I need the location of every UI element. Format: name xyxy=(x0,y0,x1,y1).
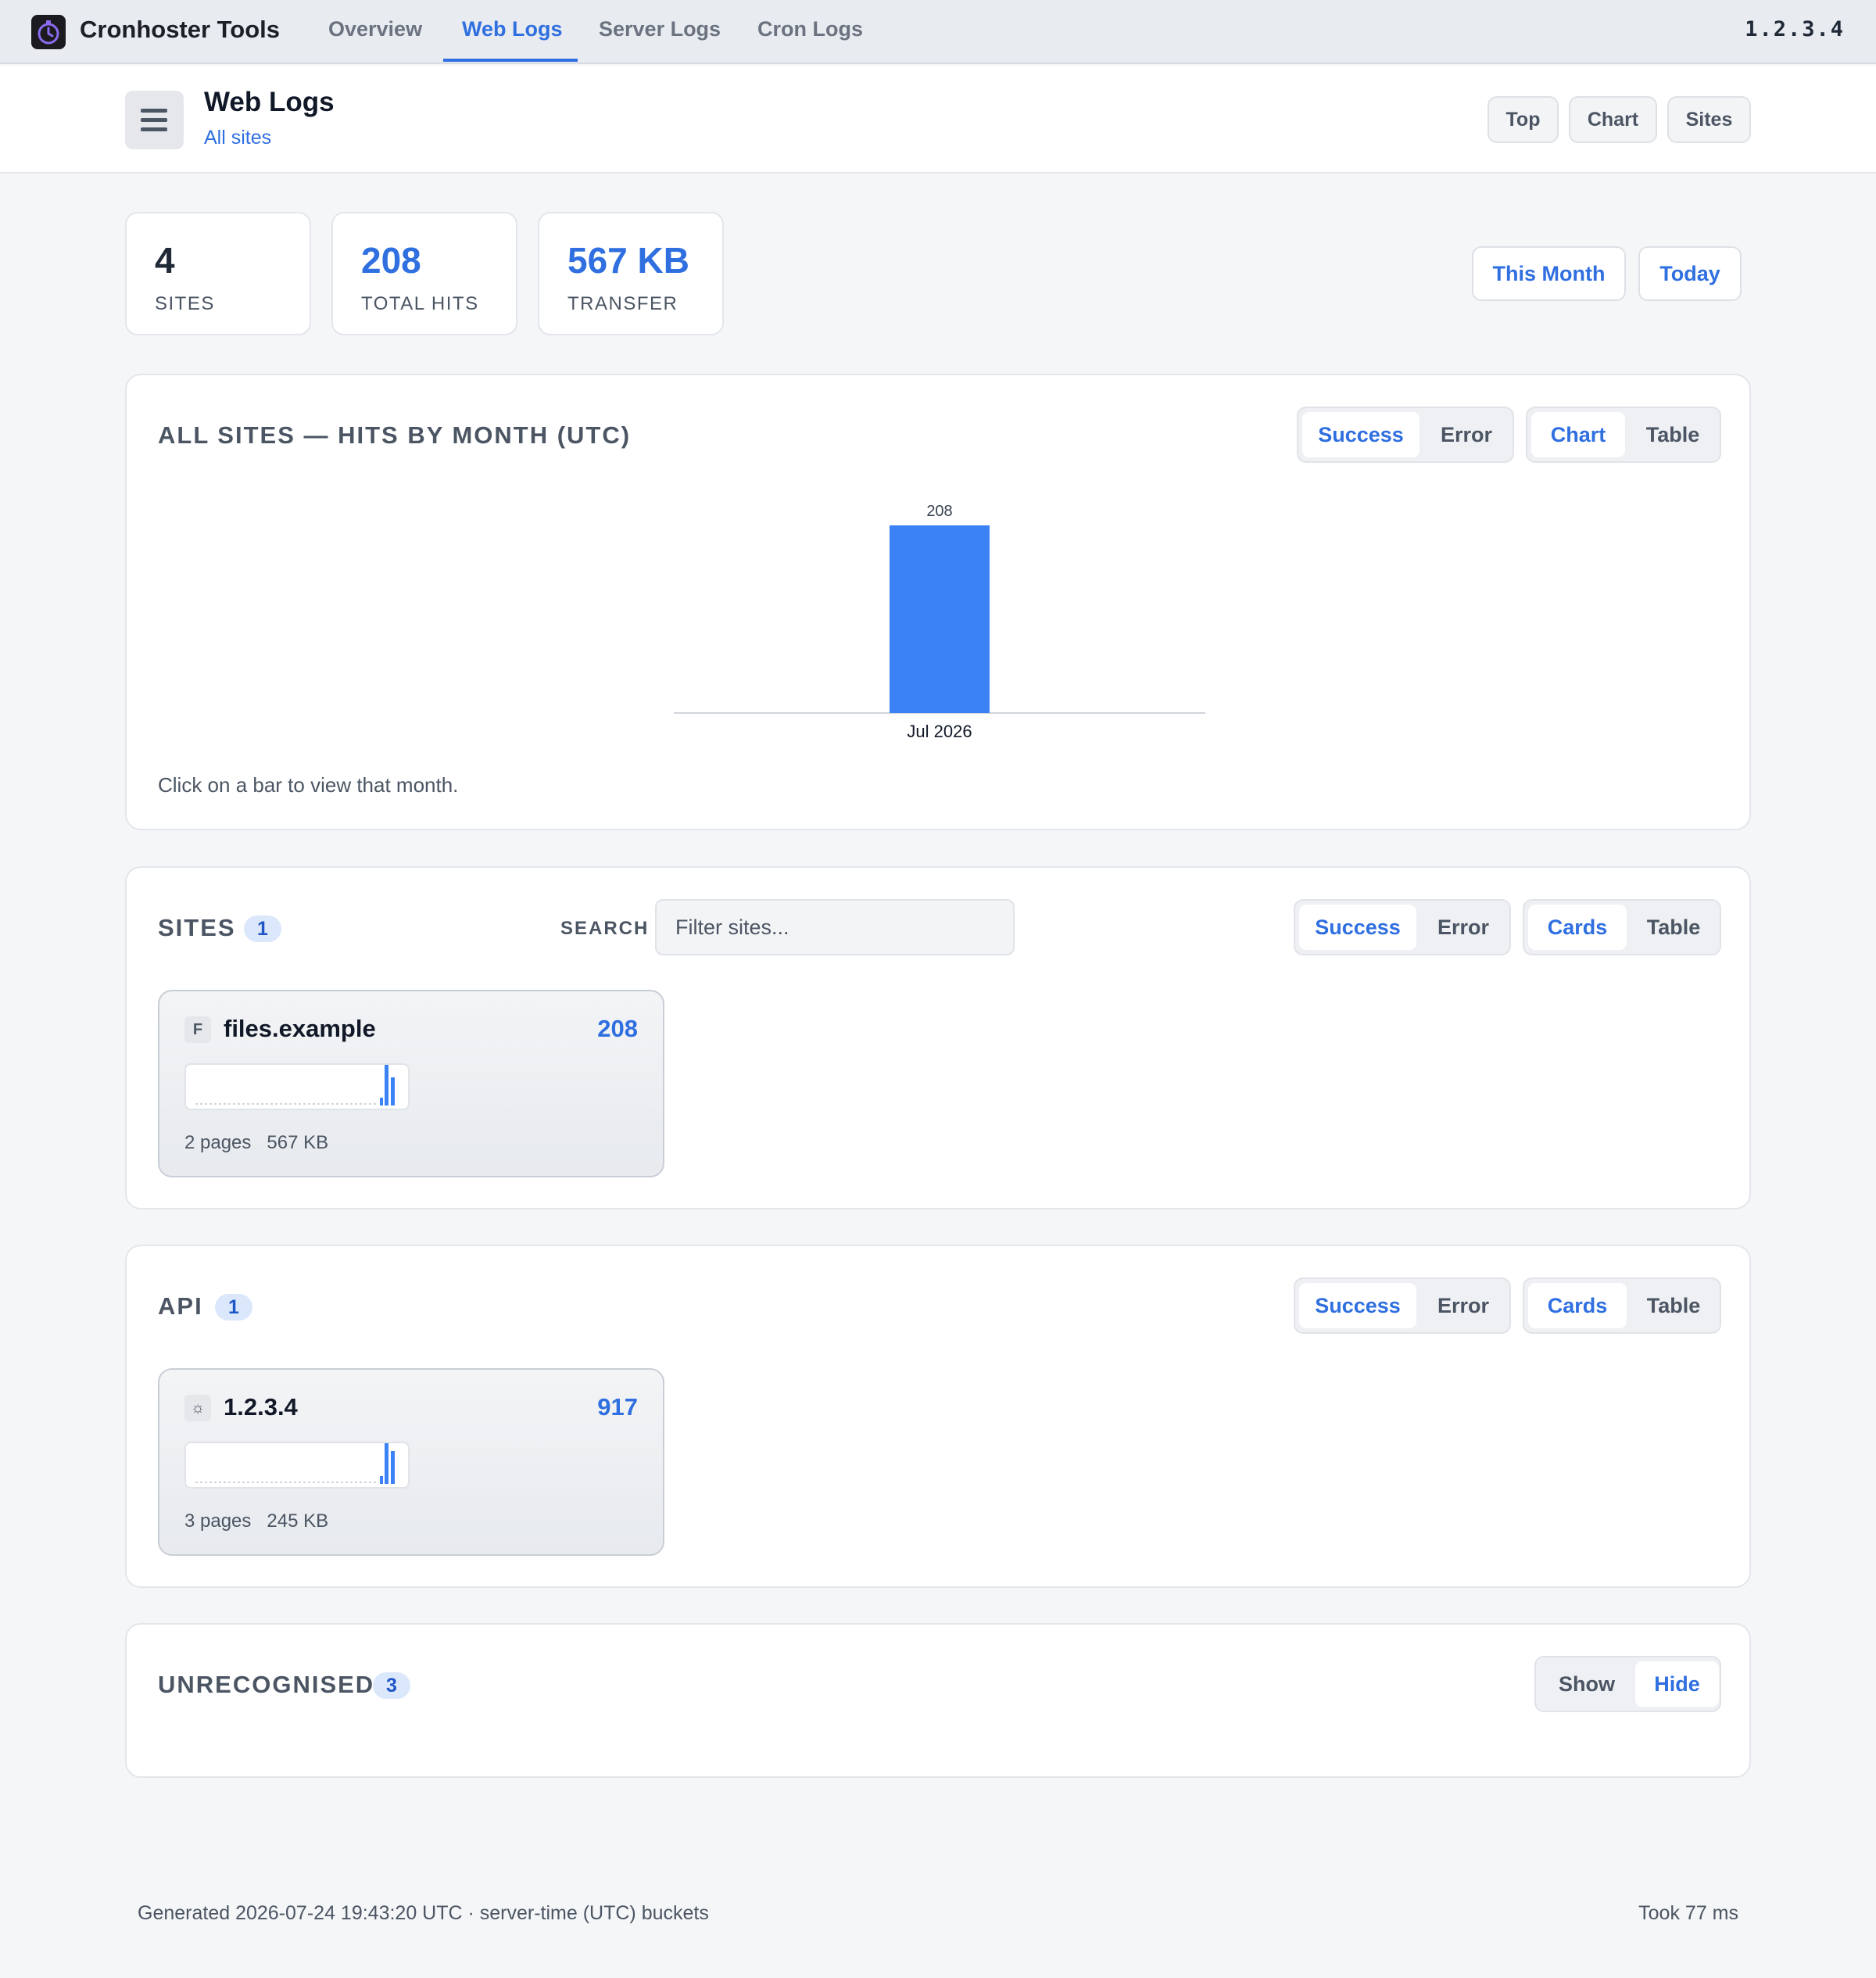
stat-value: 208 xyxy=(361,240,421,281)
api-panel: API 1 Success Error Cards Table ☼ 1.2.3.… xyxy=(125,1245,1751,1588)
show-toggle[interactable]: Show xyxy=(1540,1661,1634,1707)
success-toggle[interactable]: Success xyxy=(1299,1283,1416,1328)
gear-icon: ☼ xyxy=(184,1395,211,1421)
stat-value: 567 KB xyxy=(567,240,689,281)
show-hide-toggle: Show Hide xyxy=(1534,1656,1721,1712)
cards-view-toggle[interactable]: Cards xyxy=(1528,1283,1627,1328)
unrecognised-panel: UNRECOGNISED 3 Show Hide xyxy=(125,1623,1751,1778)
site-meta: 2 pages 567 KB xyxy=(184,1132,328,1154)
error-toggle[interactable]: Error xyxy=(1418,905,1509,950)
stat-value: 4 xyxy=(155,240,175,281)
nav-tab-server-logs[interactable]: Server Logs xyxy=(599,17,721,41)
count-badge: 1 xyxy=(215,1294,252,1320)
sparkline xyxy=(184,1442,410,1489)
status-toggle: Success Error xyxy=(1294,899,1511,955)
chart-bar[interactable] xyxy=(890,525,990,713)
active-tab-indicator xyxy=(443,59,578,62)
api-card[interactable]: ☼ 1.2.3.4 917 3 pages 245 KB xyxy=(158,1368,664,1556)
chart-x-tick-label: Jul 2026 xyxy=(907,722,972,741)
top-nav: Cronhoster Tools Overview Web Logs Serve… xyxy=(0,0,1876,64)
host-address: 1.2.3.4 xyxy=(1745,17,1845,41)
page-header: Web Logs All sites Top Chart Sites xyxy=(0,66,1876,174)
nav-tab-overview[interactable]: Overview xyxy=(328,17,422,41)
hide-toggle[interactable]: Hide xyxy=(1635,1661,1719,1707)
count-badge: 1 xyxy=(244,916,281,942)
panel-title: SITES xyxy=(158,914,236,941)
count-badge: 3 xyxy=(373,1672,410,1699)
site-card[interactable]: F files.example 208 2 pages 567 KB xyxy=(158,990,664,1177)
table-view-toggle[interactable]: Table xyxy=(1628,905,1719,950)
sites-panel: SITES 1 SEARCH Success Error Cards Table… xyxy=(125,866,1751,1209)
stopwatch-icon[interactable] xyxy=(31,15,66,49)
stat-label: TOTAL HITS xyxy=(361,293,479,314)
table-view-toggle[interactable]: Table xyxy=(1628,1283,1719,1328)
hits-bar-chart[interactable]: 208 Jul 2026 xyxy=(127,375,1749,829)
breadcrumb[interactable]: All sites xyxy=(204,127,271,149)
api-size: 245 KB xyxy=(267,1510,329,1532)
chart-data-label: 208 xyxy=(926,503,952,520)
chart-button[interactable]: Chart xyxy=(1569,96,1657,143)
panel-title: UNRECOGNISED xyxy=(158,1671,375,1698)
status-toggle: Success Error xyxy=(1294,1277,1511,1334)
stat-sites: 4 SITES xyxy=(125,212,311,335)
stat-label: SITES xyxy=(155,293,215,314)
site-pages: 2 pages xyxy=(184,1132,252,1153)
api-hits: 917 xyxy=(597,1393,638,1421)
this-month-button[interactable]: This Month xyxy=(1472,246,1626,301)
hits-chart-panel: ALL SITES — HITS BY MONTH (UTC) Success … xyxy=(125,374,1751,830)
nav-tab-cron-logs[interactable]: Cron Logs xyxy=(757,17,863,41)
site-letter-icon: F xyxy=(184,1016,211,1043)
stat-total-hits: 208 TOTAL HITS xyxy=(331,212,517,335)
top-button[interactable]: Top xyxy=(1488,96,1559,143)
stat-label: TRANSFER xyxy=(567,293,678,314)
page-title: Web Logs xyxy=(204,87,335,117)
success-toggle[interactable]: Success xyxy=(1299,905,1416,950)
footer-generated: Generated 2026-07-24 19:43:20 UTC · serv… xyxy=(138,1902,709,1924)
panel-title: API xyxy=(158,1292,203,1320)
search-input[interactable] xyxy=(655,899,1015,955)
site-name: files.example xyxy=(224,1015,376,1042)
cards-view-toggle[interactable]: Cards xyxy=(1528,905,1627,950)
sparkline xyxy=(184,1063,410,1110)
sites-button[interactable]: Sites xyxy=(1667,96,1751,143)
api-name: 1.2.3.4 xyxy=(224,1393,298,1421)
hamburger-menu-icon[interactable] xyxy=(125,91,184,149)
api-pages: 3 pages xyxy=(184,1510,252,1532)
site-size: 567 KB xyxy=(267,1132,329,1153)
api-meta: 3 pages 245 KB xyxy=(184,1510,328,1532)
chart-hint: Click on a bar to view that month. xyxy=(158,773,459,797)
today-button[interactable]: Today xyxy=(1638,246,1742,301)
view-toggle: Cards Table xyxy=(1523,1277,1721,1334)
stat-transfer: 567 KB TRANSFER xyxy=(538,212,724,335)
site-hits: 208 xyxy=(597,1015,638,1042)
search-label: SEARCH xyxy=(560,918,650,939)
brand-name[interactable]: Cronhoster Tools xyxy=(80,16,280,44)
footer-timing: Took 77 ms xyxy=(1638,1902,1738,1924)
error-toggle[interactable]: Error xyxy=(1418,1283,1509,1328)
nav-tab-web-logs[interactable]: Web Logs xyxy=(462,17,563,41)
view-toggle: Cards Table xyxy=(1523,899,1721,955)
